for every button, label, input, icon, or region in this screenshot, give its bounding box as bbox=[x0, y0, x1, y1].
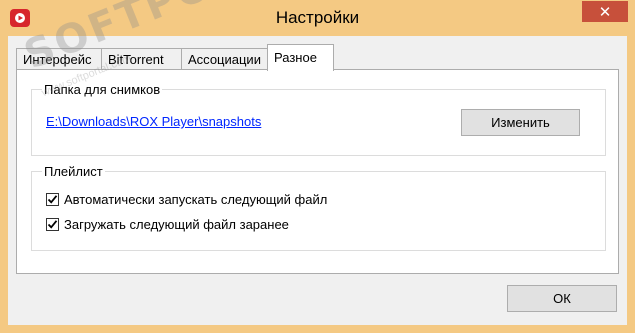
preload-next-option[interactable]: Загружать следующий файл заранее bbox=[46, 217, 289, 232]
tab-panel-misc: Папка для снимков E:\Downloads\ROX Playe… bbox=[16, 69, 619, 274]
close-icon: ✕ bbox=[598, 3, 612, 21]
ok-button[interactable]: ОК bbox=[507, 285, 617, 312]
close-button[interactable]: ✕ bbox=[582, 1, 628, 22]
dialog-body: Интерфейс BitTorrent Ассоциации Разное П… bbox=[8, 36, 627, 325]
playlist-group: Плейлист Автоматически запускать следующ… bbox=[31, 164, 606, 251]
tab-bittorrent[interactable]: BitTorrent bbox=[101, 48, 182, 69]
change-folder-button[interactable]: Изменить bbox=[461, 109, 580, 136]
snapshots-group: Папка для снимков E:\Downloads\ROX Playe… bbox=[31, 82, 606, 156]
tab-misc[interactable]: Разное bbox=[267, 44, 334, 71]
autoplay-next-option[interactable]: Автоматически запускать следующий файл bbox=[46, 192, 327, 207]
autoplay-next-label: Автоматически запускать следующий файл bbox=[64, 192, 328, 207]
snapshots-group-label: Папка для снимков bbox=[42, 82, 163, 97]
window-title: Настройки bbox=[275, 8, 360, 27]
autoplay-next-checkbox[interactable] bbox=[46, 193, 59, 206]
snapshots-path-link[interactable]: E:\Downloads\ROX Player\snapshots bbox=[46, 114, 261, 129]
preload-next-checkbox[interactable] bbox=[46, 218, 59, 231]
preload-next-label: Загружать следующий файл заранее bbox=[64, 217, 289, 232]
playlist-group-label: Плейлист bbox=[42, 164, 105, 179]
checkmark-icon bbox=[47, 195, 58, 204]
checkmark-icon bbox=[47, 220, 58, 229]
settings-window: Настройки ✕ Интерфейс BitTorrent Ассоциа… bbox=[0, 0, 635, 333]
tab-associations[interactable]: Ассоциации bbox=[181, 48, 269, 69]
title-bar[interactable]: Настройки ✕ bbox=[0, 0, 635, 36]
tab-interface[interactable]: Интерфейс bbox=[16, 48, 102, 69]
